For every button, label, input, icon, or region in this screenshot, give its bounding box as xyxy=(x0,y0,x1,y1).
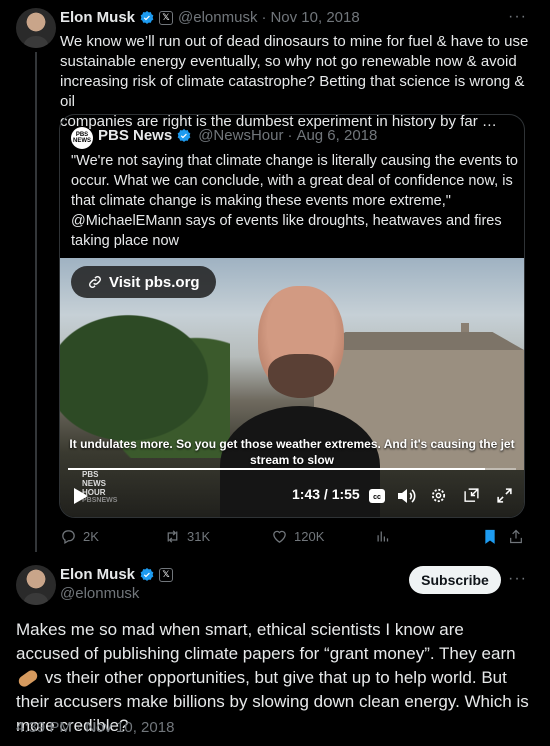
retweet-count: 31K xyxy=(187,529,211,544)
reply-button[interactable]: 2K xyxy=(60,528,99,545)
author-name[interactable]: Elon Musk xyxy=(60,566,135,583)
retweet-icon xyxy=(167,530,178,543)
quoted-text-line: taking place now xyxy=(71,233,180,249)
pbs-logo-icon: PBS NEWS xyxy=(71,127,93,149)
volume-icon[interactable] xyxy=(398,488,416,504)
more-icon[interactable]: ··· xyxy=(508,8,527,26)
views-icon[interactable] xyxy=(375,529,390,544)
author-name[interactable]: Elon Musk xyxy=(60,9,135,26)
caption-line: stream to slow xyxy=(249,453,335,467)
quoted-tweet-date: Aug 6, 2018 xyxy=(296,127,378,144)
share-icon[interactable] xyxy=(508,528,524,545)
video-caption: It undulates more. So you get those weat… xyxy=(60,436,524,468)
avatar[interactable] xyxy=(16,8,56,48)
quoted-text-line: "We're not saying that climate change is… xyxy=(71,153,518,169)
pip-icon[interactable] xyxy=(463,487,480,504)
avatar[interactable] xyxy=(16,565,56,605)
like-icon xyxy=(273,530,286,543)
verified-badge-icon xyxy=(140,10,154,24)
tweet-timestamp[interactable]: 4:39 PM · Nov 10, 2018 xyxy=(16,719,174,736)
separator: · xyxy=(261,9,267,26)
quoted-author-handle: @NewsHour xyxy=(198,127,284,144)
x-affiliate-icon: 𝕏 xyxy=(159,567,174,582)
like-count: 120K xyxy=(294,529,325,544)
tweet-text-line: We know we’ll run out of dead dinosaurs … xyxy=(60,33,529,50)
tweet-text-line: increasing risk of climate catastrophe? … xyxy=(60,73,525,110)
play-icon[interactable] xyxy=(74,488,88,504)
thread-line xyxy=(35,52,37,552)
captions-icon[interactable]: cc xyxy=(369,489,385,503)
tweet-header: Elon Musk 𝕏 xyxy=(60,566,178,583)
tweet-text-before: Makes me so mad when smart, ethical scie… xyxy=(16,620,516,663)
like-button[interactable]: 120K xyxy=(271,528,324,545)
tweet-date[interactable]: Nov 10, 2018 xyxy=(270,9,359,26)
quoted-tweet[interactable]: PBS NEWS PBS News @NewsHour · Aug 6, 2018… xyxy=(59,114,525,518)
author-handle[interactable]: @elonmusk xyxy=(60,585,139,602)
quoted-tweet-text: "We're not saying that climate change is… xyxy=(71,151,521,251)
x-affiliate-icon: 𝕏 xyxy=(159,10,174,25)
visit-link-label: Visit pbs.org xyxy=(109,273,200,291)
peanut-emoji xyxy=(16,668,40,689)
reply-count: 2K xyxy=(83,529,99,544)
video-progress-bar[interactable] xyxy=(68,468,516,470)
video-player[interactable]: Visit pbs.org It undulates more. So you … xyxy=(60,258,524,517)
author-handle[interactable]: @elonmusk xyxy=(178,9,257,26)
link-icon xyxy=(89,276,101,288)
author-handle-row: @elonmusk xyxy=(60,585,139,602)
video-timecode: 1:43 / 1:55 xyxy=(292,486,360,502)
tweet-header: Elon Musk 𝕏 @elonmusk · Nov 10, 2018 xyxy=(60,9,360,26)
svg-text:cc: cc xyxy=(373,494,381,501)
separator: · xyxy=(287,127,293,144)
retweet-button[interactable]: 31K xyxy=(164,528,210,545)
quoted-author-name: PBS News xyxy=(98,127,173,144)
quoted-tweet-header: PBS News @NewsHour · Aug 6, 2018 xyxy=(98,127,377,144)
verified-badge-icon xyxy=(177,128,191,142)
quoted-text-line: that climate change is making these even… xyxy=(71,193,451,209)
visit-link-button[interactable]: Visit pbs.org xyxy=(71,266,216,298)
settings-icon[interactable] xyxy=(430,487,447,504)
more-icon[interactable]: ··· xyxy=(508,570,527,588)
quoted-text-line: @MichaelEMann says of events like drough… xyxy=(71,213,502,229)
video-background-trees xyxy=(60,298,230,458)
reply-icon xyxy=(62,530,75,545)
video-progress-fill xyxy=(68,468,485,470)
caption-line: It undulates more. So you get those weat… xyxy=(69,437,515,451)
speaker-beard xyxy=(268,354,334,398)
tweet-text-line: sustainable energy eventually, so why no… xyxy=(60,53,517,70)
quoted-text-line: occur. What we can conclude, with a grea… xyxy=(71,173,513,189)
verified-badge-icon xyxy=(140,567,154,581)
video-speaker xyxy=(220,286,380,517)
fullscreen-icon[interactable] xyxy=(496,487,513,504)
subscribe-button[interactable]: Subscribe xyxy=(409,566,501,594)
bookmark-icon[interactable] xyxy=(482,528,498,545)
